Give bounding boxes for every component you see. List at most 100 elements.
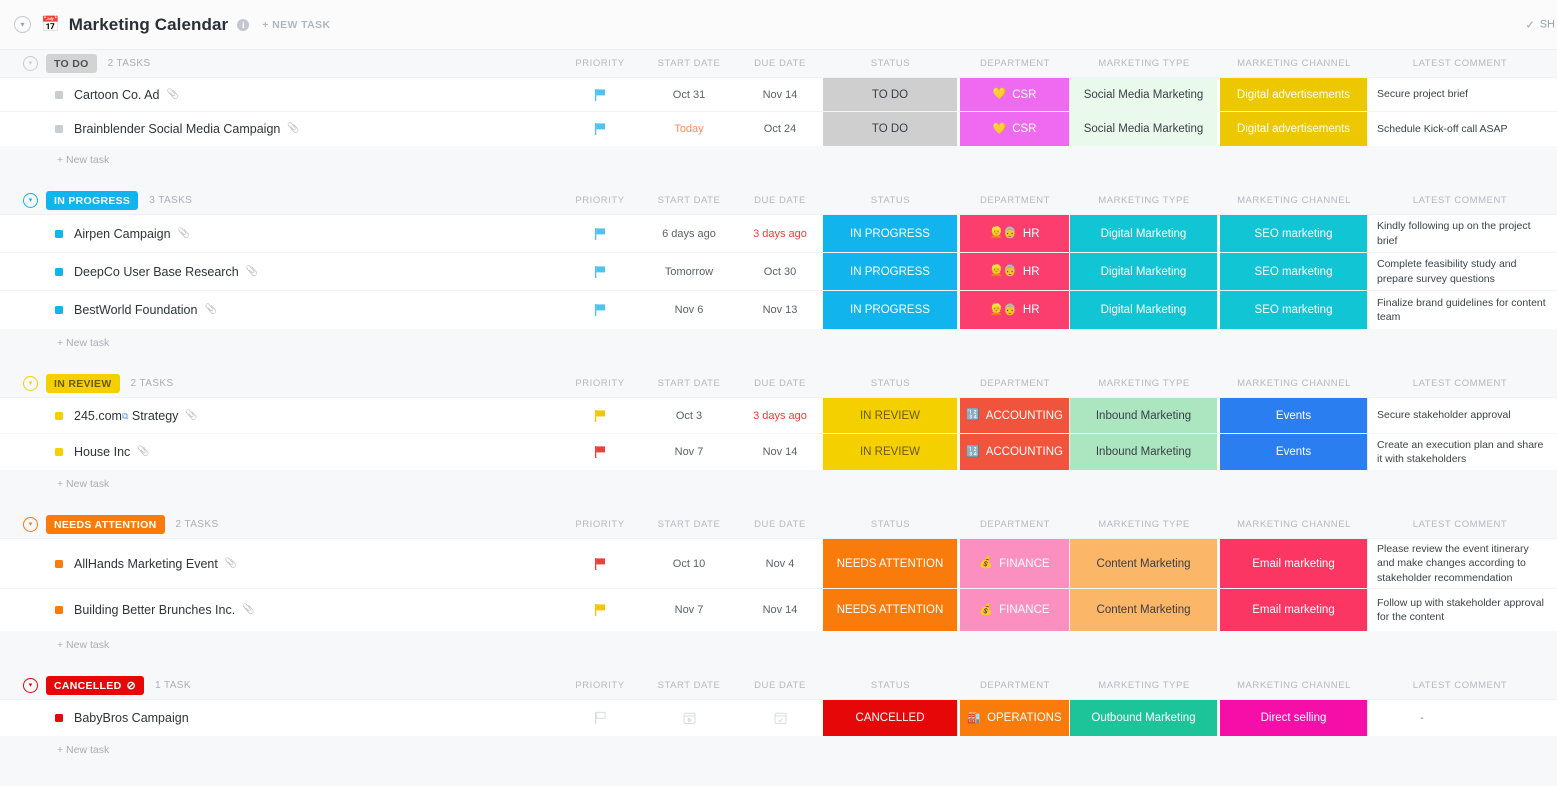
marketing-type-cell[interactable]: Digital Marketing [1070,215,1218,252]
priority-flag-icon[interactable] [563,78,637,111]
marketing-type-cell[interactable]: Content Marketing [1070,539,1218,588]
start-date-cell[interactable]: 6 days ago [645,215,733,252]
column-header-marketing_type[interactable]: MARKETING TYPE [1070,511,1218,538]
chevron-down-icon[interactable]: ▾ [23,678,38,693]
column-header-priority[interactable]: PRIORITY [563,50,637,77]
status-cell[interactable]: IN PROGRESS [823,291,958,329]
marketing-channel-cell[interactable]: Email marketing [1220,589,1368,631]
table-row[interactable]: BestWorld Foundation📎Nov 6Nov 13IN PROGR… [0,291,1557,329]
table-row[interactable]: Cartoon Co. Ad📎Oct 31Nov 14TO DO💛CSRSoci… [0,78,1557,112]
column-header-due_date[interactable]: DUE DATE [741,50,819,77]
priority-flag-icon[interactable] [563,291,637,329]
due-date-cell[interactable]: Nov 4 [741,539,819,588]
table-row[interactable]: BabyBros CampaignCANCELLED🏭OPERATIONSOut… [0,700,1557,736]
attachment-icon[interactable]: 📎 [204,305,216,315]
department-cell[interactable]: 💛CSR [960,78,1070,111]
status-square-icon[interactable] [55,714,63,722]
start-date-cell[interactable]: Nov 7 [645,434,733,470]
start-date-cell[interactable]: Oct 3 [645,398,733,433]
priority-flag-icon[interactable] [563,215,637,252]
latest-comment-cell[interactable]: Kindly following up on the project brief [1370,215,1557,252]
department-cell[interactable]: 💰FINANCE [960,589,1070,631]
department-cell[interactable]: 💛CSR [960,112,1070,146]
attachment-icon[interactable]: 📎 [225,559,237,569]
table-row[interactable]: Building Better Brunches Inc.📎Nov 7Nov 1… [0,589,1557,631]
column-header-start_date[interactable]: START DATE [645,672,733,699]
status-cell[interactable]: CANCELLED [823,700,958,736]
column-header-due_date[interactable]: DUE DATE [741,511,819,538]
collapse-list-icon[interactable]: ▾ [14,16,31,33]
chevron-down-icon[interactable]: ▾ [23,376,38,391]
attachment-icon[interactable]: 📎 [166,90,178,100]
status-cell[interactable]: TO DO [823,78,958,111]
column-header-marketing_type[interactable]: MARKETING TYPE [1070,50,1218,77]
marketing-type-cell[interactable]: Social Media Marketing [1070,112,1218,146]
attachment-icon[interactable]: 📎 [287,124,299,134]
marketing-channel-cell[interactable]: Digital advertisements [1220,112,1368,146]
attachment-icon[interactable]: 📎 [185,411,197,421]
attachment-icon[interactable]: 📎 [242,605,254,615]
column-header-department[interactable]: DEPARTMENT [960,50,1070,77]
priority-flag-icon[interactable] [563,434,637,470]
department-cell[interactable]: 🔢ACCOUNTING [960,434,1070,470]
status-square-icon[interactable] [55,306,63,314]
due-date-cell[interactable]: Nov 14 [741,78,819,111]
attachment-icon[interactable]: 📎 [246,267,258,277]
column-header-department[interactable]: DEPARTMENT [960,672,1070,699]
status-square-icon[interactable] [55,268,63,276]
column-header-status[interactable]: STATUS [823,50,958,77]
due-date-cell[interactable] [741,700,819,736]
marketing-channel-cell[interactable]: Events [1220,398,1368,433]
table-row[interactable]: House Inc📎Nov 7Nov 14IN REVIEW🔢ACCOUNTIN… [0,434,1557,470]
priority-flag-icon[interactable] [563,539,637,588]
marketing-channel-cell[interactable]: SEO marketing [1220,291,1368,329]
start-date-cell[interactable] [645,700,733,736]
marketing-type-cell[interactable]: Social Media Marketing [1070,78,1218,111]
marketing-channel-cell[interactable]: SEO marketing [1220,253,1368,290]
status-badge[interactable]: TO DO [46,54,97,73]
column-header-marketing_type[interactable]: MARKETING TYPE [1070,187,1218,214]
status-badge[interactable]: CANCELLED⊘ [46,676,144,695]
latest-comment-cell[interactable]: Secure project brief [1370,78,1557,111]
marketing-channel-cell[interactable]: SEO marketing [1220,215,1368,252]
due-date-cell[interactable]: Oct 30 [741,253,819,290]
marketing-channel-cell[interactable]: Events [1220,434,1368,470]
column-header-status[interactable]: STATUS [823,511,958,538]
status-square-icon[interactable] [55,125,63,133]
new-task-button[interactable]: + NEW TASK [262,19,330,31]
latest-comment-cell[interactable]: - [1370,700,1557,736]
column-header-latest_comment[interactable]: LATEST COMMENT [1370,370,1550,397]
marketing-type-cell[interactable]: Outbound Marketing [1070,700,1218,736]
column-header-priority[interactable]: PRIORITY [563,511,637,538]
due-date-cell[interactable]: Oct 24 [741,112,819,146]
column-header-start_date[interactable]: START DATE [645,50,733,77]
column-header-latest_comment[interactable]: LATEST COMMENT [1370,50,1550,77]
status-cell[interactable]: IN REVIEW [823,398,958,433]
column-header-marketing_type[interactable]: MARKETING TYPE [1070,370,1218,397]
marketing-channel-cell[interactable]: Direct selling [1220,700,1368,736]
attachment-icon[interactable]: 📎 [178,229,190,239]
marketing-type-cell[interactable]: Content Marketing [1070,589,1218,631]
start-date-cell[interactable]: Today [645,112,733,146]
marketing-type-cell[interactable]: Inbound Marketing [1070,398,1218,433]
start-date-cell[interactable]: Nov 7 [645,589,733,631]
start-date-cell[interactable]: Nov 6 [645,291,733,329]
start-date-cell[interactable]: Tomorrow [645,253,733,290]
marketing-type-cell[interactable]: Digital Marketing [1070,291,1218,329]
column-header-marketing_channel[interactable]: MARKETING CHANNEL [1220,370,1368,397]
attachment-icon[interactable]: 📎 [137,447,149,457]
due-date-cell[interactable]: 3 days ago [741,398,819,433]
status-badge[interactable]: IN PROGRESS [46,191,138,210]
column-header-department[interactable]: DEPARTMENT [960,511,1070,538]
status-cell[interactable]: TO DO [823,112,958,146]
table-row[interactable]: Brainblender Social Media Campaign📎Today… [0,112,1557,146]
status-cell[interactable]: NEEDS ATTENTION [823,589,958,631]
status-badge[interactable]: NEEDS ATTENTION [46,515,165,534]
priority-flag-icon[interactable] [563,253,637,290]
marketing-channel-cell[interactable]: Email marketing [1220,539,1368,588]
column-header-department[interactable]: DEPARTMENT [960,370,1070,397]
column-header-status[interactable]: STATUS [823,370,958,397]
column-header-due_date[interactable]: DUE DATE [741,187,819,214]
column-header-marketing_channel[interactable]: MARKETING CHANNEL [1220,672,1368,699]
column-header-due_date[interactable]: DUE DATE [741,370,819,397]
